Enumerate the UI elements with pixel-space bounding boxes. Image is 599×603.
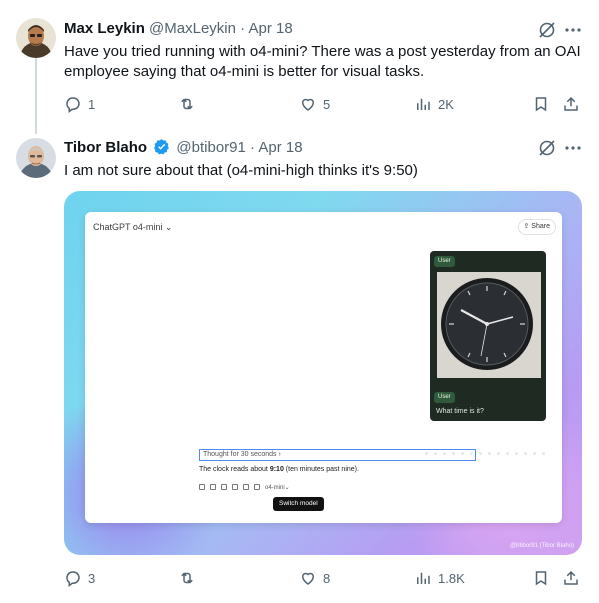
more-icon[interactable] <box>563 20 583 40</box>
user-handle[interactable]: @MaxLeykin <box>149 20 236 37</box>
tweet-date[interactable]: Apr 18 <box>258 139 302 156</box>
answer-suffix: (ten minutes past nine). <box>283 466 359 473</box>
view-count: 1.8K <box>438 570 465 586</box>
like-icon <box>301 98 315 111</box>
repost-button[interactable] <box>178 568 202 588</box>
tweet-date[interactable]: Apr 18 <box>249 20 293 37</box>
views-button[interactable]: 1.8K <box>414 568 465 588</box>
tweet-header: Max Leykin @MaxLeykin · Apr 18 <box>64 19 293 39</box>
loading-dots <box>425 452 545 458</box>
repost-icon <box>181 572 193 584</box>
message-toolbar: o4-mini⌄ <box>199 482 290 492</box>
edit-icon <box>243 484 249 490</box>
like-icon <box>301 572 315 585</box>
share-icon <box>564 570 578 585</box>
chatgpt-screenshot: ChatGPT o4-mini ⌄ ⇪ Share User User What… <box>85 212 562 523</box>
grok-icon[interactable] <box>537 20 557 40</box>
reply-button[interactable]: 1 <box>64 94 95 114</box>
answer-prefix: The clock reads about <box>199 466 270 473</box>
copy-icon <box>199 484 205 490</box>
tweet-text: Have you tried running with o4-mini? The… <box>64 43 581 80</box>
separator: · <box>250 139 256 156</box>
tweet-actions: 3 8 1.8K <box>64 568 584 588</box>
hide-icon <box>254 484 260 490</box>
user-question: What time is it? <box>436 408 484 415</box>
like-button[interactable]: 5 <box>299 94 330 114</box>
user-handle[interactable]: @btibor91 <box>176 139 245 156</box>
views-button[interactable]: 2K <box>414 94 454 114</box>
more-icon[interactable] <box>563 138 583 158</box>
switch-model-tooltip: Switch model <box>273 497 324 511</box>
like-count: 5 <box>323 96 331 112</box>
answer-time: 9:10 <box>269 466 284 473</box>
read-aloud-icon <box>232 484 238 490</box>
avatar-max-leykin[interactable] <box>16 18 56 58</box>
views-icon <box>417 572 430 584</box>
share-button[interactable] <box>562 568 580 588</box>
grok-icon[interactable] <box>537 138 557 158</box>
thread-line <box>35 58 37 134</box>
bookmark-icon <box>535 97 547 112</box>
tweet-text: I am not sure about that (o4-mini-high t… <box>64 162 418 179</box>
image-watermark: @btibor91 (Tibor Blaho) <box>510 543 574 549</box>
chatgpt-model-title: ChatGPT o4-mini ⌄ <box>93 222 173 232</box>
chatgpt-share-button: ⇪ Share <box>517 219 556 235</box>
view-count: 2K <box>438 96 454 112</box>
reply-count: 3 <box>88 570 96 586</box>
display-name[interactable]: Max Leykin <box>64 20 145 37</box>
avatar-tibor-blaho[interactable] <box>16 138 56 178</box>
model-switcher: o4-mini⌄ <box>265 484 290 491</box>
clock-photo <box>437 272 541 378</box>
share-button[interactable] <box>562 94 580 114</box>
user-message-card: User User What time is it? <box>430 251 546 421</box>
verified-icon <box>154 139 170 155</box>
display-name[interactable]: Tibor Blaho <box>64 139 147 156</box>
like-count: 8 <box>323 570 331 586</box>
assistant-answer: The clock reads about 9:10 (ten minutes … <box>199 466 359 473</box>
tweet-media-image[interactable]: ChatGPT o4-mini ⌄ ⇪ Share User User What… <box>64 191 582 555</box>
views-icon <box>417 98 430 110</box>
bookmark-icon <box>535 571 547 586</box>
thumbs-up-icon <box>210 484 216 490</box>
reply-button[interactable]: 3 <box>64 568 95 588</box>
thumbs-down-icon <box>221 484 227 490</box>
like-button[interactable]: 8 <box>299 568 330 588</box>
bookmark-button[interactable] <box>532 568 550 588</box>
repost-button[interactable] <box>178 94 202 114</box>
repost-icon <box>181 98 193 110</box>
bookmark-button[interactable] <box>532 94 550 114</box>
separator: · <box>240 20 246 37</box>
reply-icon <box>66 97 80 113</box>
user-badge: User <box>434 256 455 267</box>
tweet-actions: 1 5 2K <box>64 94 584 114</box>
share-icon <box>564 96 578 111</box>
reply-count: 1 <box>88 96 96 112</box>
user-badge: User <box>434 392 455 403</box>
tweet-max-leykin[interactable]: Max Leykin @MaxLeykin · Apr 18 Have you … <box>0 0 599 134</box>
reply-icon <box>66 571 80 587</box>
tweet-header: Tibor Blaho @btibor91 · Apr 18 <box>64 138 303 158</box>
